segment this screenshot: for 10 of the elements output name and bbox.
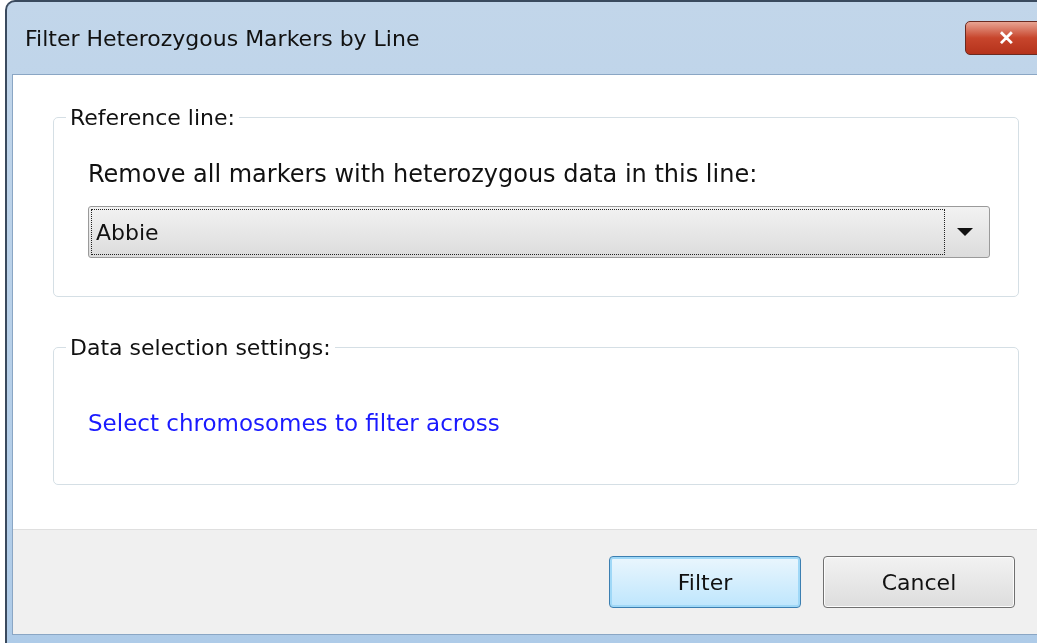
close-button[interactable]: ✕ xyxy=(965,21,1037,55)
window-title: Filter Heterozygous Markers by Line xyxy=(25,25,420,51)
prompt-label: Remove all markers with heterozygous data in this line: xyxy=(88,160,759,188)
group-legend: Data selection settings: xyxy=(66,335,335,360)
caret-icon xyxy=(956,227,974,237)
default-button[interactable]: Filter xyxy=(609,556,801,608)
chromosomes-link[interactable]: Select chromosomes to filter across xyxy=(88,410,500,436)
dialog-button[interactable]: Cancel xyxy=(823,556,1015,608)
line-dropdown[interactable]: Abbie xyxy=(88,206,990,258)
group-legend: Reference line: xyxy=(66,105,239,130)
